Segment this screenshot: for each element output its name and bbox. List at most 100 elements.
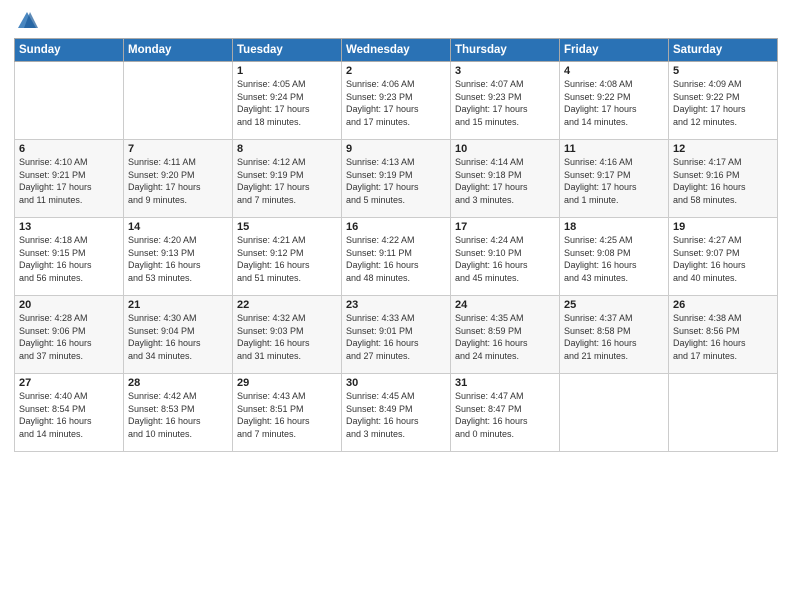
day-number: 28 xyxy=(128,377,228,389)
week-row-4: 20Sunrise: 4:28 AM Sunset: 9:06 PM Dayli… xyxy=(15,296,778,374)
calendar-page: SundayMondayTuesdayWednesdayThursdayFrid… xyxy=(0,0,792,612)
day-cell: 1Sunrise: 4:05 AM Sunset: 9:24 PM Daylig… xyxy=(233,62,342,140)
day-info: Sunrise: 4:10 AM Sunset: 9:21 PM Dayligh… xyxy=(19,156,119,206)
day-info: Sunrise: 4:06 AM Sunset: 9:23 PM Dayligh… xyxy=(346,78,446,128)
day-cell: 17Sunrise: 4:24 AM Sunset: 9:10 PM Dayli… xyxy=(451,218,560,296)
day-info: Sunrise: 4:16 AM Sunset: 9:17 PM Dayligh… xyxy=(564,156,664,206)
day-number: 22 xyxy=(237,299,337,311)
day-info: Sunrise: 4:42 AM Sunset: 8:53 PM Dayligh… xyxy=(128,390,228,440)
week-row-5: 27Sunrise: 4:40 AM Sunset: 8:54 PM Dayli… xyxy=(15,374,778,452)
day-number: 19 xyxy=(673,221,773,233)
day-info: Sunrise: 4:20 AM Sunset: 9:13 PM Dayligh… xyxy=(128,234,228,284)
day-cell: 8Sunrise: 4:12 AM Sunset: 9:19 PM Daylig… xyxy=(233,140,342,218)
day-cell: 27Sunrise: 4:40 AM Sunset: 8:54 PM Dayli… xyxy=(15,374,124,452)
day-cell: 7Sunrise: 4:11 AM Sunset: 9:20 PM Daylig… xyxy=(124,140,233,218)
day-number: 24 xyxy=(455,299,555,311)
day-number: 15 xyxy=(237,221,337,233)
day-info: Sunrise: 4:33 AM Sunset: 9:01 PM Dayligh… xyxy=(346,312,446,362)
day-info: Sunrise: 4:35 AM Sunset: 8:59 PM Dayligh… xyxy=(455,312,555,362)
day-number: 4 xyxy=(564,65,664,77)
day-info: Sunrise: 4:25 AM Sunset: 9:08 PM Dayligh… xyxy=(564,234,664,284)
day-number: 6 xyxy=(19,143,119,155)
day-cell: 30Sunrise: 4:45 AM Sunset: 8:49 PM Dayli… xyxy=(342,374,451,452)
day-number: 10 xyxy=(455,143,555,155)
day-number: 8 xyxy=(237,143,337,155)
day-number: 25 xyxy=(564,299,664,311)
day-info: Sunrise: 4:40 AM Sunset: 8:54 PM Dayligh… xyxy=(19,390,119,440)
day-info: Sunrise: 4:47 AM Sunset: 8:47 PM Dayligh… xyxy=(455,390,555,440)
day-info: Sunrise: 4:18 AM Sunset: 9:15 PM Dayligh… xyxy=(19,234,119,284)
weekday-saturday: Saturday xyxy=(669,39,778,62)
weekday-tuesday: Tuesday xyxy=(233,39,342,62)
day-cell: 29Sunrise: 4:43 AM Sunset: 8:51 PM Dayli… xyxy=(233,374,342,452)
day-info: Sunrise: 4:17 AM Sunset: 9:16 PM Dayligh… xyxy=(673,156,773,206)
weekday-friday: Friday xyxy=(560,39,669,62)
day-cell: 22Sunrise: 4:32 AM Sunset: 9:03 PM Dayli… xyxy=(233,296,342,374)
day-info: Sunrise: 4:05 AM Sunset: 9:24 PM Dayligh… xyxy=(237,78,337,128)
day-number: 18 xyxy=(564,221,664,233)
day-info: Sunrise: 4:14 AM Sunset: 9:18 PM Dayligh… xyxy=(455,156,555,206)
day-number: 13 xyxy=(19,221,119,233)
day-info: Sunrise: 4:32 AM Sunset: 9:03 PM Dayligh… xyxy=(237,312,337,362)
day-cell xyxy=(124,62,233,140)
day-number: 20 xyxy=(19,299,119,311)
day-number: 11 xyxy=(564,143,664,155)
logo-icon xyxy=(16,10,38,32)
day-cell: 20Sunrise: 4:28 AM Sunset: 9:06 PM Dayli… xyxy=(15,296,124,374)
day-cell: 15Sunrise: 4:21 AM Sunset: 9:12 PM Dayli… xyxy=(233,218,342,296)
weekday-monday: Monday xyxy=(124,39,233,62)
day-number: 21 xyxy=(128,299,228,311)
day-info: Sunrise: 4:37 AM Sunset: 8:58 PM Dayligh… xyxy=(564,312,664,362)
day-info: Sunrise: 4:30 AM Sunset: 9:04 PM Dayligh… xyxy=(128,312,228,362)
day-number: 29 xyxy=(237,377,337,389)
day-number: 26 xyxy=(673,299,773,311)
day-cell: 2Sunrise: 4:06 AM Sunset: 9:23 PM Daylig… xyxy=(342,62,451,140)
day-cell: 25Sunrise: 4:37 AM Sunset: 8:58 PM Dayli… xyxy=(560,296,669,374)
day-info: Sunrise: 4:22 AM Sunset: 9:11 PM Dayligh… xyxy=(346,234,446,284)
day-number: 7 xyxy=(128,143,228,155)
day-number: 12 xyxy=(673,143,773,155)
day-number: 27 xyxy=(19,377,119,389)
day-info: Sunrise: 4:38 AM Sunset: 8:56 PM Dayligh… xyxy=(673,312,773,362)
day-info: Sunrise: 4:09 AM Sunset: 9:22 PM Dayligh… xyxy=(673,78,773,128)
day-number: 2 xyxy=(346,65,446,77)
weekday-header-row: SundayMondayTuesdayWednesdayThursdayFrid… xyxy=(15,39,778,62)
day-number: 3 xyxy=(455,65,555,77)
day-info: Sunrise: 4:43 AM Sunset: 8:51 PM Dayligh… xyxy=(237,390,337,440)
day-cell: 28Sunrise: 4:42 AM Sunset: 8:53 PM Dayli… xyxy=(124,374,233,452)
day-number: 17 xyxy=(455,221,555,233)
day-cell: 14Sunrise: 4:20 AM Sunset: 9:13 PM Dayli… xyxy=(124,218,233,296)
weekday-sunday: Sunday xyxy=(15,39,124,62)
day-cell: 12Sunrise: 4:17 AM Sunset: 9:16 PM Dayli… xyxy=(669,140,778,218)
day-number: 5 xyxy=(673,65,773,77)
day-cell xyxy=(669,374,778,452)
day-info: Sunrise: 4:12 AM Sunset: 9:19 PM Dayligh… xyxy=(237,156,337,206)
week-row-2: 6Sunrise: 4:10 AM Sunset: 9:21 PM Daylig… xyxy=(15,140,778,218)
day-info: Sunrise: 4:28 AM Sunset: 9:06 PM Dayligh… xyxy=(19,312,119,362)
day-cell: 16Sunrise: 4:22 AM Sunset: 9:11 PM Dayli… xyxy=(342,218,451,296)
day-cell: 31Sunrise: 4:47 AM Sunset: 8:47 PM Dayli… xyxy=(451,374,560,452)
weekday-wednesday: Wednesday xyxy=(342,39,451,62)
day-cell: 23Sunrise: 4:33 AM Sunset: 9:01 PM Dayli… xyxy=(342,296,451,374)
day-number: 30 xyxy=(346,377,446,389)
day-cell: 4Sunrise: 4:08 AM Sunset: 9:22 PM Daylig… xyxy=(560,62,669,140)
day-cell xyxy=(15,62,124,140)
day-number: 31 xyxy=(455,377,555,389)
day-cell: 5Sunrise: 4:09 AM Sunset: 9:22 PM Daylig… xyxy=(669,62,778,140)
day-info: Sunrise: 4:27 AM Sunset: 9:07 PM Dayligh… xyxy=(673,234,773,284)
day-info: Sunrise: 4:21 AM Sunset: 9:12 PM Dayligh… xyxy=(237,234,337,284)
week-row-3: 13Sunrise: 4:18 AM Sunset: 9:15 PM Dayli… xyxy=(15,218,778,296)
day-cell: 24Sunrise: 4:35 AM Sunset: 8:59 PM Dayli… xyxy=(451,296,560,374)
calendar-table: SundayMondayTuesdayWednesdayThursdayFrid… xyxy=(14,38,778,452)
logo xyxy=(14,10,38,32)
day-cell: 10Sunrise: 4:14 AM Sunset: 9:18 PM Dayli… xyxy=(451,140,560,218)
day-cell: 9Sunrise: 4:13 AM Sunset: 9:19 PM Daylig… xyxy=(342,140,451,218)
day-cell: 19Sunrise: 4:27 AM Sunset: 9:07 PM Dayli… xyxy=(669,218,778,296)
day-cell: 18Sunrise: 4:25 AM Sunset: 9:08 PM Dayli… xyxy=(560,218,669,296)
day-number: 1 xyxy=(237,65,337,77)
day-info: Sunrise: 4:24 AM Sunset: 9:10 PM Dayligh… xyxy=(455,234,555,284)
header xyxy=(14,10,778,32)
day-cell: 3Sunrise: 4:07 AM Sunset: 9:23 PM Daylig… xyxy=(451,62,560,140)
day-number: 9 xyxy=(346,143,446,155)
day-number: 16 xyxy=(346,221,446,233)
